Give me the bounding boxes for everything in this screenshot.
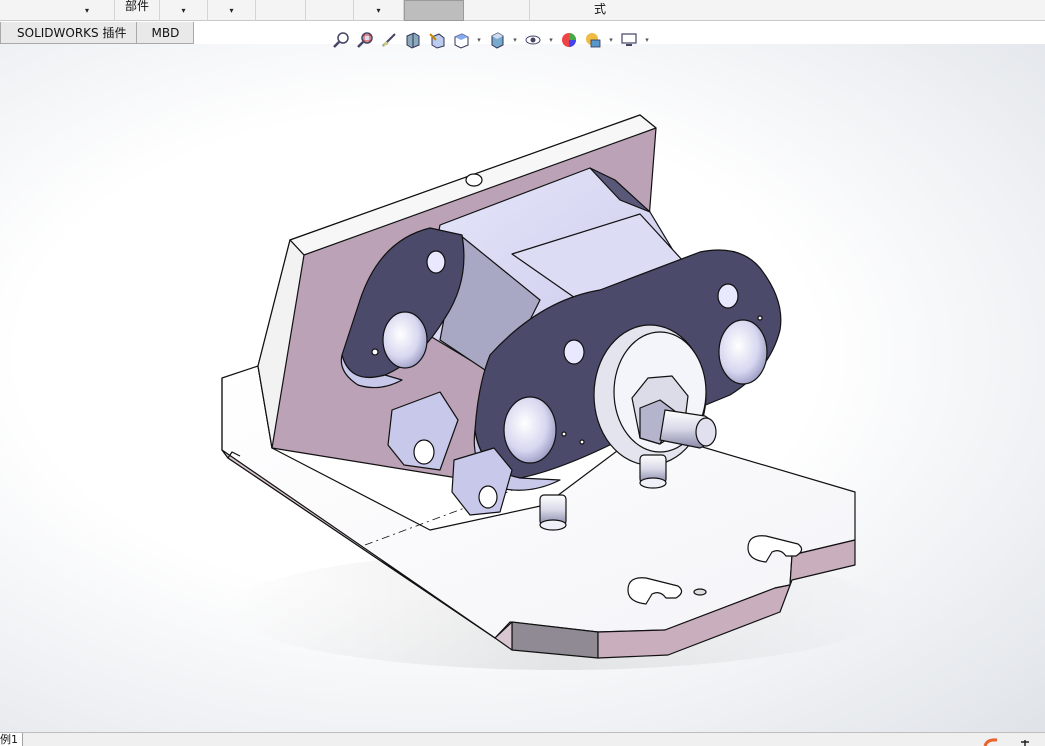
shaft-end — [695, 417, 717, 447]
tab-solidworks-addins[interactable]: SOLIDWORKS 插件 — [0, 22, 138, 44]
style-label: 式 — [593, 2, 606, 16]
dynamic-annotation-view-icon — [429, 33, 445, 49]
status-bar: 例1 — [0, 732, 1045, 746]
base-hole — [693, 588, 707, 596]
zoom-to-area-icon — [357, 32, 373, 48]
sheet-tab[interactable]: 例1 — [0, 733, 23, 746]
assembly-model[interactable] — [0, 44, 1045, 732]
ribbon-cell-4[interactable] — [256, 0, 306, 21]
chevron-down-icon[interactable]: ▾ — [546, 36, 556, 44]
chevron-down-icon: ▾ — [229, 6, 234, 15]
hide-show-items-button[interactable] — [522, 29, 544, 51]
ribbon-dropdown-3[interactable]: ▾ — [208, 0, 256, 21]
view-settings-button[interactable] — [618, 29, 640, 51]
front-flange-hole-1 — [563, 339, 585, 365]
locating-pin-2-base — [639, 477, 667, 489]
assembly-button[interactable]: 部件 — [115, 0, 160, 21]
hide-show-items-icon — [525, 35, 541, 45]
assembly-label: 部件 — [124, 0, 149, 13]
previous-view-button[interactable] — [378, 29, 400, 51]
back-plate-hole — [465, 173, 483, 187]
zoom-to-fit-button[interactable] — [330, 29, 352, 51]
zoom-to-area-button[interactable] — [354, 29, 376, 51]
chevron-down-icon[interactable]: ▾ — [642, 36, 652, 44]
lower-lug-front-hole — [478, 485, 498, 509]
display-style-icon — [491, 32, 504, 49]
ribbon-active-button[interactable] — [404, 0, 464, 21]
command-manager-tabs: SOLIDWORKS 插件 MBD — [0, 22, 195, 44]
command-ribbon: ▾ 部件 ▾ ▾ ▾ 式 — [0, 0, 1045, 21]
ribbon-dropdown-1[interactable]: ▾ — [0, 0, 115, 21]
heads-up-view-toolbar: ▾ ▾ ▾ ▾ ▾ — [330, 28, 652, 52]
section-view-button[interactable] — [402, 29, 424, 51]
front-flange-bore-left — [503, 396, 557, 464]
apply-scene-button[interactable] — [582, 29, 604, 51]
view-settings-icon — [621, 33, 637, 46]
display-style-button[interactable] — [486, 29, 508, 51]
previous-view-icon — [382, 33, 396, 47]
left-flange-hole — [426, 250, 446, 274]
display-style-button[interactable]: 式 — [530, 0, 670, 21]
ribbon-cell-8[interactable] — [464, 0, 530, 21]
edit-appearance-button[interactable] — [558, 29, 580, 51]
graphics-area[interactable] — [0, 44, 1045, 732]
view-orientation-button[interactable] — [450, 29, 472, 51]
edit-appearance-icon — [562, 33, 576, 47]
left-flange-bore — [382, 311, 428, 369]
dynamic-annotation-view-button[interactable] — [426, 29, 448, 51]
tray-icons — [983, 738, 1029, 746]
locating-pin-1-base — [539, 519, 567, 531]
section-view-icon — [406, 32, 420, 49]
tab-mbd[interactable]: MBD — [137, 22, 195, 44]
lower-lug-left-hole — [413, 439, 435, 465]
chevron-down-icon[interactable]: ▾ — [474, 36, 484, 44]
ribbon-cell-5[interactable] — [306, 0, 354, 21]
apply-scene-icon — [586, 33, 601, 48]
chevron-down-icon: ▾ — [84, 6, 89, 15]
front-flange-hole-2 — [717, 283, 739, 309]
zoom-to-fit-icon — [333, 32, 349, 48]
chevron-down-icon[interactable]: ▾ — [510, 36, 520, 44]
view-orientation-icon — [454, 33, 469, 49]
chevron-down-icon[interactable]: ▾ — [606, 36, 616, 44]
chevron-down-icon: ▾ — [181, 6, 186, 15]
ribbon-dropdown-2[interactable]: ▾ — [160, 0, 208, 21]
ribbon-dropdown-6[interactable]: ▾ — [354, 0, 404, 21]
chevron-down-icon: ▾ — [376, 6, 381, 15]
front-flange-bore-right — [718, 319, 768, 385]
